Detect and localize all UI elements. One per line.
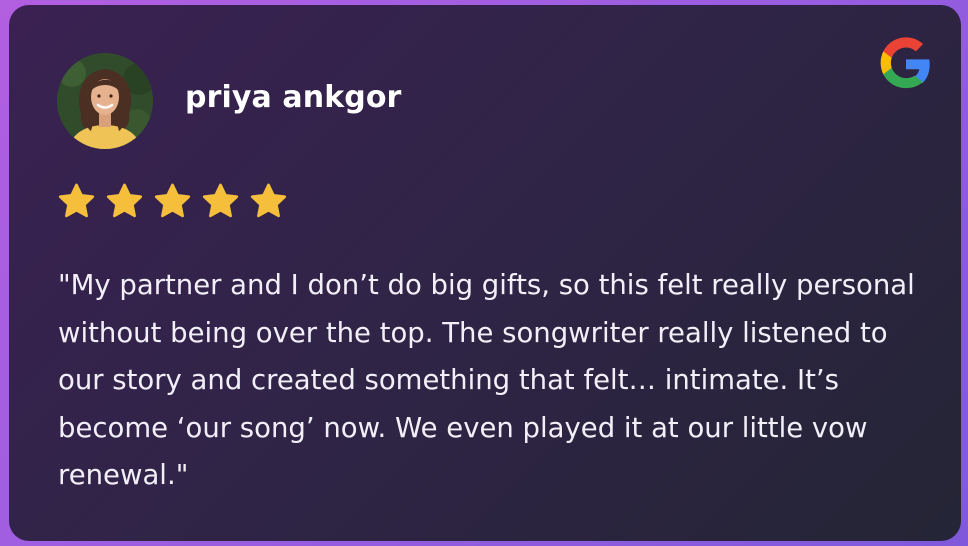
star-icon <box>106 183 143 218</box>
avatar <box>57 53 153 149</box>
review-card: priya ankgor "My partner and I don’t do … <box>9 5 961 541</box>
star-icon <box>202 183 239 218</box>
star-icon <box>250 183 287 218</box>
reviewer-name: priya ankgor <box>185 80 402 115</box>
star-rating <box>56 181 289 222</box>
review-text: "My partner and I don’t do big gifts, so… <box>58 269 915 491</box>
google-logo-icon <box>877 35 935 93</box>
avatar-portrait-icon <box>57 53 153 149</box>
star-icon <box>154 183 191 218</box>
star-icon <box>58 183 95 218</box>
